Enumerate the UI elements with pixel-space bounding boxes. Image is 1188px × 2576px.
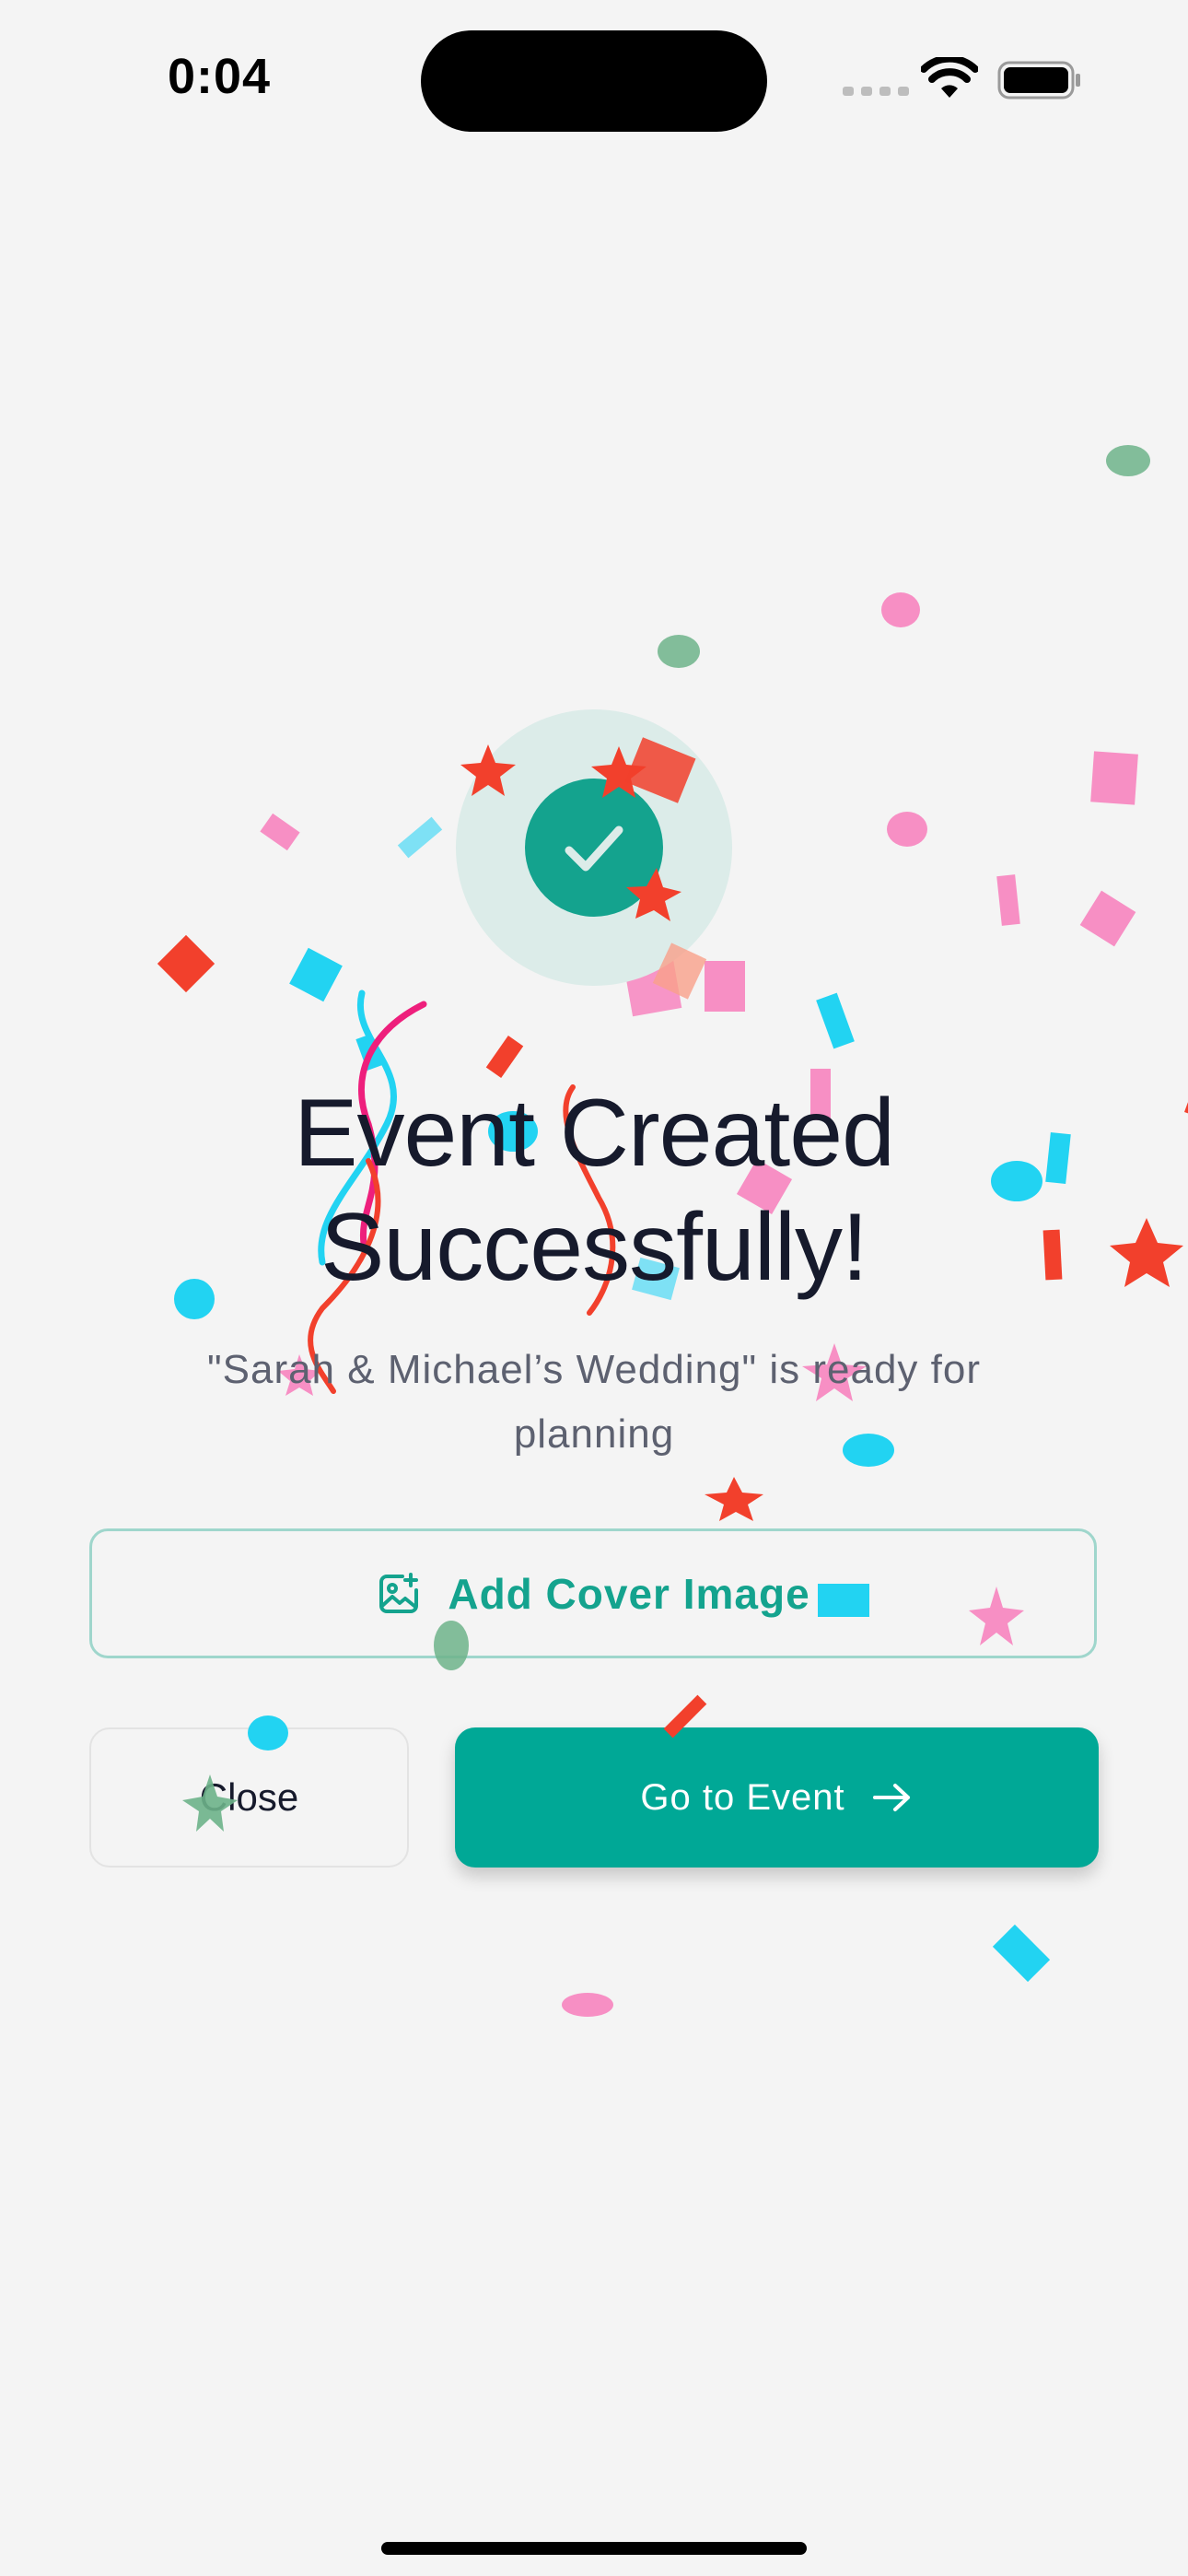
- go-to-event-label: Go to Event: [640, 1776, 845, 1818]
- add-cover-image-button[interactable]: Add Cover Image: [89, 1528, 1097, 1658]
- add-cover-image-label: Add Cover Image: [448, 1569, 810, 1618]
- close-button-label: Close: [199, 1775, 299, 1819]
- status-bar: 0:04: [0, 0, 1188, 157]
- subtitle-line-2: planning: [513, 1411, 675, 1457]
- success-badge: [525, 779, 663, 917]
- go-to-event-button[interactable]: Go to Event: [455, 1727, 1099, 1868]
- cellular-signal-icon: [843, 87, 909, 96]
- arrow-right-icon: [872, 1784, 910, 1811]
- success-title-line-1: Event Created: [294, 1080, 895, 1187]
- home-indicator: [381, 2542, 807, 2555]
- close-button[interactable]: Close: [89, 1727, 409, 1868]
- success-subtitle: "Sarah & Michael’s Wedding" is ready for…: [157, 1338, 1031, 1467]
- status-time: 0:04: [168, 49, 272, 104]
- check-icon: [565, 825, 623, 872]
- dynamic-island: [421, 30, 767, 132]
- subtitle-line-1: "Sarah & Michael’s Wedding" is ready for: [207, 1347, 981, 1392]
- battery-icon: [997, 61, 1080, 100]
- wifi-icon: [921, 57, 978, 98]
- success-title-line-2: Successfully!: [320, 1194, 868, 1301]
- success-title: Event Created Successfully!: [0, 1076, 1188, 1305]
- image-plus-icon: [379, 1572, 419, 1613]
